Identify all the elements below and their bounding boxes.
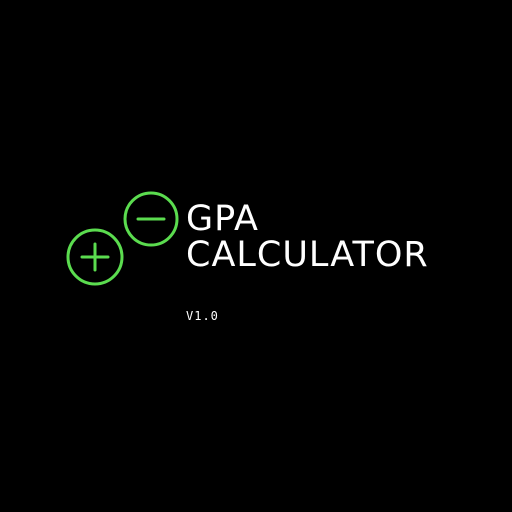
version-label: V1.0 xyxy=(186,309,219,323)
app-title-line-1: GPA xyxy=(186,199,259,239)
minus-circle-icon xyxy=(123,191,179,247)
splash-screen: GPA CALCULATOR V1.0 xyxy=(0,0,512,512)
plus-circle-icon xyxy=(66,228,124,286)
app-title-line-2: CALCULATOR xyxy=(186,235,429,275)
app-logo xyxy=(66,191,179,286)
